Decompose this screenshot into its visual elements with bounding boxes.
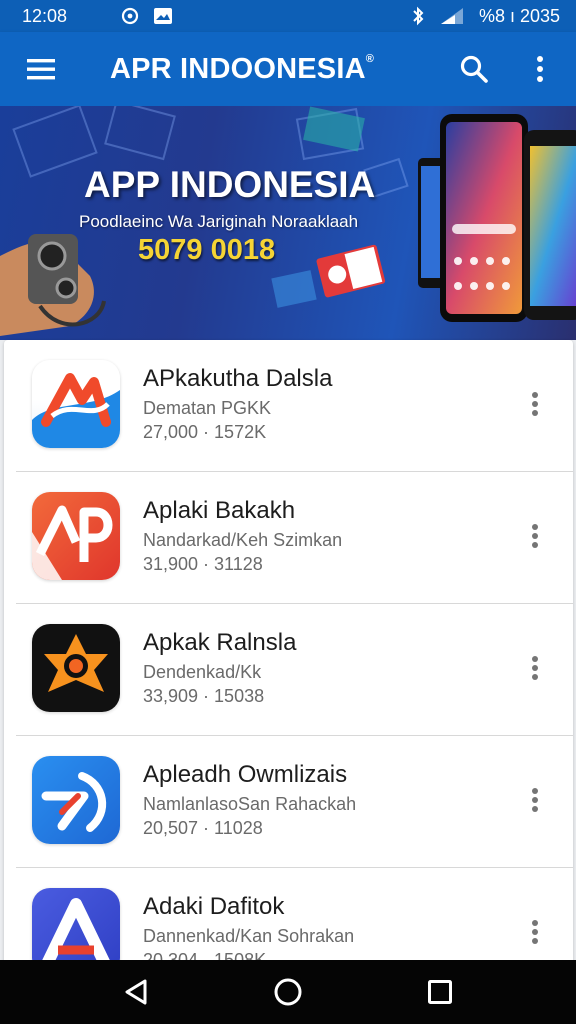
list-item[interactable]: Apkak Ralnsla Dendenkad/Kk 33,909 · 1503… <box>4 604 573 736</box>
app-title-text: APR INDOONESIA <box>109 52 366 85</box>
star-sun-icon <box>32 624 120 712</box>
item-text: Aplaki Bakakh Nandarkad/Keh Szimkan 31,9… <box>143 496 342 576</box>
app-developer: NamlanlasoSan Rahackah <box>143 794 357 814</box>
app-developer: Dannenkad/Kan Sohrakan <box>143 926 355 946</box>
app-bar: APR INDOONESIA® <box>0 32 576 106</box>
app-name: Apkak Ralnsla <box>143 629 297 656</box>
list-item[interactable]: Aplaki Bakakh Nandarkad/Keh Szimkan 31,9… <box>4 472 573 604</box>
status-battery-text: %8 ı 2035 <box>478 5 560 26</box>
settings-circle-icon <box>121 7 139 25</box>
more-vert-icon[interactable] <box>523 388 547 420</box>
recents-icon[interactable] <box>418 970 462 1014</box>
status-bar: 12:08 %8 ı 2035 <box>0 0 576 32</box>
list-item[interactable]: APkakutha Dalsla Dematan PGKK 27,000 · 1… <box>4 340 573 472</box>
app-name: Aplaki Bakakh <box>143 497 296 524</box>
item-text: APkakutha Dalsla Dematan PGKK 27,000 · 1… <box>143 364 332 444</box>
app-name: APkakutha Dalsla <box>143 365 333 392</box>
app-meta: 33,909 · 15038 <box>143 686 265 706</box>
image-notification-icon <box>153 7 173 25</box>
ap-logo-icon <box>32 492 120 580</box>
app-name: Adaki Dafitok <box>143 893 285 920</box>
registered-mark: ® <box>365 52 375 65</box>
app-meta: 27,000 · 1572K <box>143 422 267 442</box>
more-vert-icon[interactable] <box>523 784 547 816</box>
status-right: %8 ı 2035 <box>411 6 560 27</box>
menu-icon[interactable] <box>24 51 60 87</box>
app-developer: Dendenkad/Kk <box>143 662 262 682</box>
banner-headline: APP INDONESIA <box>84 164 376 205</box>
app-developer: Dematan PGKK <box>143 398 272 418</box>
signal-icon <box>439 6 465 26</box>
home-icon[interactable] <box>266 970 310 1014</box>
more-vert-icon[interactable] <box>523 652 547 684</box>
search-icon[interactable] <box>456 51 492 87</box>
arrow-swoosh-icon <box>32 360 120 448</box>
app-meta: 31,900 · 31128 <box>143 554 263 574</box>
status-time: 12:08 <box>22 5 68 26</box>
banner-subtitle: Poodlaeinc Wa Jariginah Noraaklaah <box>79 212 359 231</box>
app-list: APkakutha Dalsla Dematan PGKK 27,000 · 1… <box>4 340 573 980</box>
app-meta: 20,507 · 11028 <box>143 818 263 838</box>
banner-price: 5079 0018 <box>138 234 276 266</box>
screen: 12:08 %8 ı 2035 APR INDOONESIA® APP INDO… <box>0 0 576 1024</box>
app-bar-actions <box>456 51 558 87</box>
status-left: 12:08 <box>22 6 173 27</box>
app-developer: Nandarkad/Keh Szimkan <box>143 530 343 550</box>
promo-banner[interactable]: APP INDONESIA Poodlaeinc Wa Jariginah No… <box>0 106 576 340</box>
bluetooth-icon <box>411 6 425 26</box>
more-vert-icon[interactable] <box>523 520 547 552</box>
item-text: Apkak Ralnsla Dendenkad/Kk 33,909 · 1503… <box>143 628 296 708</box>
app-name: Apleadh Owmlizais <box>143 761 348 788</box>
list-item[interactable]: Apleadh Owmlizais NamlanlasoSan Rahackah… <box>4 736 573 868</box>
navigation-bar <box>0 960 576 1024</box>
arrow-seven-icon <box>32 756 120 844</box>
more-vert-icon[interactable] <box>522 51 558 87</box>
item-text: Apleadh Owmlizais NamlanlasoSan Rahackah… <box>143 760 356 840</box>
app-title: APR INDOONESIA® <box>68 53 456 86</box>
back-icon[interactable] <box>114 970 158 1014</box>
more-vert-icon[interactable] <box>523 916 547 948</box>
